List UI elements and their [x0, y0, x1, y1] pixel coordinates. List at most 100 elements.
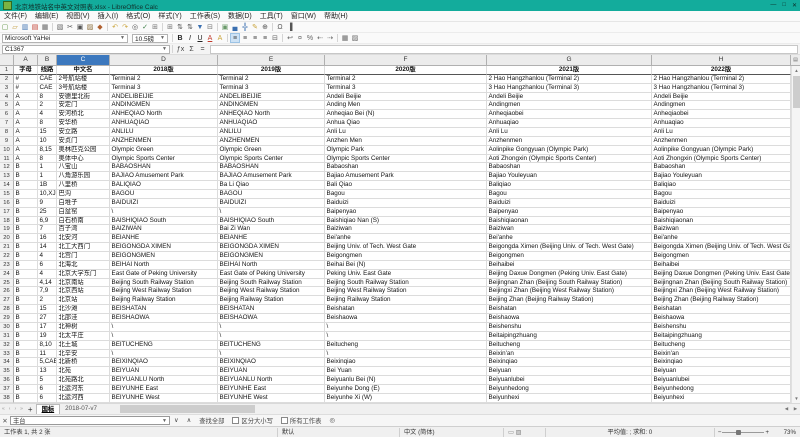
vertical-scroll-thumb[interactable]	[793, 76, 800, 108]
cell-F38[interactable]: Beiyunhe Xi (W)	[325, 394, 487, 403]
cell-E4[interactable]: ANDELIBEIJIE	[218, 93, 325, 102]
cell-A21[interactable]: B	[14, 243, 38, 252]
cell-A34[interactable]: B	[14, 358, 38, 367]
row-header-6[interactable]: 6	[0, 110, 14, 119]
cell-H28[interactable]: Beishatan	[652, 305, 791, 314]
search-input[interactable]: 丰台 ▼	[10, 416, 170, 425]
cell-H7[interactable]: Anhuaqiao	[652, 119, 791, 128]
merge-center-icon[interactable]: ⊟	[270, 33, 280, 43]
cell-A15[interactable]: B	[14, 190, 38, 199]
column-header-H[interactable]: H	[652, 55, 791, 66]
cell-D15[interactable]: BAGOU	[110, 190, 218, 199]
cell-F14[interactable]: Bali Qiao	[325, 181, 487, 190]
currency-format-icon[interactable]: ¤	[295, 33, 305, 43]
menu-item-3[interactable]: 插入(I)	[94, 11, 123, 21]
cell-E12[interactable]: BABAOSHAN	[218, 163, 325, 172]
cell-C31[interactable]: 北太平庄	[57, 332, 110, 341]
cell-A33[interactable]: B	[14, 350, 38, 359]
highlight-color-icon[interactable]: A	[215, 33, 225, 43]
row-header-12[interactable]: 12	[0, 163, 14, 172]
scroll-left-icon[interactable]: ◀	[782, 406, 791, 412]
cell-H31[interactable]: Beitaipingzhuang	[652, 332, 791, 341]
cell-H38[interactable]: Beiyunhexi	[652, 394, 791, 403]
cut-icon[interactable]: ✂	[65, 22, 75, 32]
cell-A28[interactable]: B	[14, 305, 38, 314]
cell-A23[interactable]: B	[14, 261, 38, 270]
cell-A7[interactable]: A	[14, 119, 38, 128]
cell-E2[interactable]: Terminal 2	[218, 75, 325, 84]
maximize-button[interactable]: □	[782, 2, 786, 9]
cell-H18[interactable]: Baishiqiaonan	[652, 217, 791, 226]
chevron-down-icon[interactable]: ▼	[162, 418, 167, 424]
cell-B11[interactable]: 8	[38, 155, 57, 164]
cell-C3[interactable]: 3号航站楼	[57, 84, 110, 93]
cell-D38[interactable]: BEIYUNHE West	[110, 394, 218, 403]
cell-G23[interactable]: Beihaibei	[487, 261, 652, 270]
name-box[interactable]: C1367 ▼	[2, 45, 170, 54]
cell-C32[interactable]: 北土城	[57, 341, 110, 350]
sidebar-icon[interactable]: ▐	[285, 22, 295, 32]
sort-ascending-icon[interactable]: ⇅	[175, 22, 185, 32]
find-all-button[interactable]: 查找全部	[195, 416, 228, 425]
cell-C22[interactable]: 北宫门	[57, 252, 110, 261]
cell-D2[interactable]: Terminal 2	[110, 75, 218, 84]
cell-D27[interactable]: Beijing Railway Station	[110, 296, 218, 305]
row-header-16[interactable]: 16	[0, 199, 14, 208]
cell-H34[interactable]: Beixinqiao	[652, 358, 791, 367]
cell-G10[interactable]: Aolinpike Gongyuan (Olympic Park)	[487, 146, 652, 155]
cell-A25[interactable]: B	[14, 279, 38, 288]
cell-B24[interactable]: 4	[38, 270, 57, 279]
cell-F3[interactable]: Terminal 3	[325, 84, 487, 93]
cell-D6[interactable]: ANHEQIAO North	[110, 110, 218, 119]
cell-E23[interactable]: BEIHAI North	[218, 261, 325, 270]
cell-H29[interactable]: Beishaowa	[652, 314, 791, 323]
cell-A4[interactable]: A	[14, 93, 38, 102]
cell-F12[interactable]: Babaoshan	[325, 163, 487, 172]
cell-G32[interactable]: Beitucheng	[487, 341, 652, 350]
cell-E16[interactable]: BAIDUIZI	[218, 199, 325, 208]
cell-F24[interactable]: Peking Univ. East Gate	[325, 270, 487, 279]
cell-B37[interactable]: 6	[38, 385, 57, 394]
cell-D24[interactable]: East Gate of Peking University	[110, 270, 218, 279]
sheet-tab-1[interactable]: 2018-07-v7	[60, 404, 102, 414]
cell-B26[interactable]: 7,9	[38, 287, 57, 296]
cell-C19[interactable]: 百子湾	[57, 225, 110, 234]
cell-D17[interactable]: \	[110, 208, 218, 217]
cell-F8[interactable]: Anli Lu	[325, 128, 487, 137]
page-style-status[interactable]: 默认	[278, 428, 400, 437]
cell-G1[interactable]: 2021版	[487, 66, 652, 75]
cell-A30[interactable]: B	[14, 323, 38, 332]
cell-H19[interactable]: Baiziwan	[652, 225, 791, 234]
menu-item-2[interactable]: 视图(V)	[62, 11, 93, 21]
cell-C27[interactable]: 北京站	[57, 296, 110, 305]
cell-H4[interactable]: Andeli Beijie	[652, 93, 791, 102]
cell-D5[interactable]: ANDINGMEN	[110, 101, 218, 110]
row-header-4[interactable]: 4	[0, 93, 14, 102]
sort-descending-icon[interactable]: ⇅	[185, 22, 195, 32]
cell-B1[interactable]: 线路	[38, 66, 57, 75]
cell-A26[interactable]: B	[14, 287, 38, 296]
column-header-G[interactable]: G	[487, 55, 652, 66]
cell-A27[interactable]: B	[14, 296, 38, 305]
cell-F4[interactable]: Andeli Beijie	[325, 93, 487, 102]
cell-H1[interactable]: 2022版	[652, 66, 791, 75]
menu-item-9[interactable]: 窗口(W)	[287, 11, 320, 21]
row-header-20[interactable]: 20	[0, 234, 14, 243]
cell-H24[interactable]: Beijing Daxue Dongmen (Peking Univ. East…	[652, 270, 791, 279]
column-header-C[interactable]: C	[57, 55, 110, 66]
cell-C7[interactable]: 安华桥	[57, 119, 110, 128]
cell-G27[interactable]: Beijing Zhan (Beijing Railway Station)	[487, 296, 652, 305]
cell-E17[interactable]: \	[218, 208, 325, 217]
row-header-7[interactable]: 7	[0, 119, 14, 128]
row-header-29[interactable]: 29	[0, 314, 14, 323]
cell-B32[interactable]: 8,10	[38, 341, 57, 350]
cell-C20[interactable]: 北安河	[57, 234, 110, 243]
cell-C4[interactable]: 安德里北街	[57, 93, 110, 102]
horizontal-scroll-thumb[interactable]	[120, 405, 255, 413]
cell-E1[interactable]: 2019版	[218, 66, 325, 75]
cell-E33[interactable]: \	[218, 350, 325, 359]
cell-B25[interactable]: 4,14	[38, 279, 57, 288]
cell-G5[interactable]: Andingmen	[487, 101, 652, 110]
cell-G29[interactable]: Beishaowa	[487, 314, 652, 323]
cell-C35[interactable]: 北苑	[57, 367, 110, 376]
